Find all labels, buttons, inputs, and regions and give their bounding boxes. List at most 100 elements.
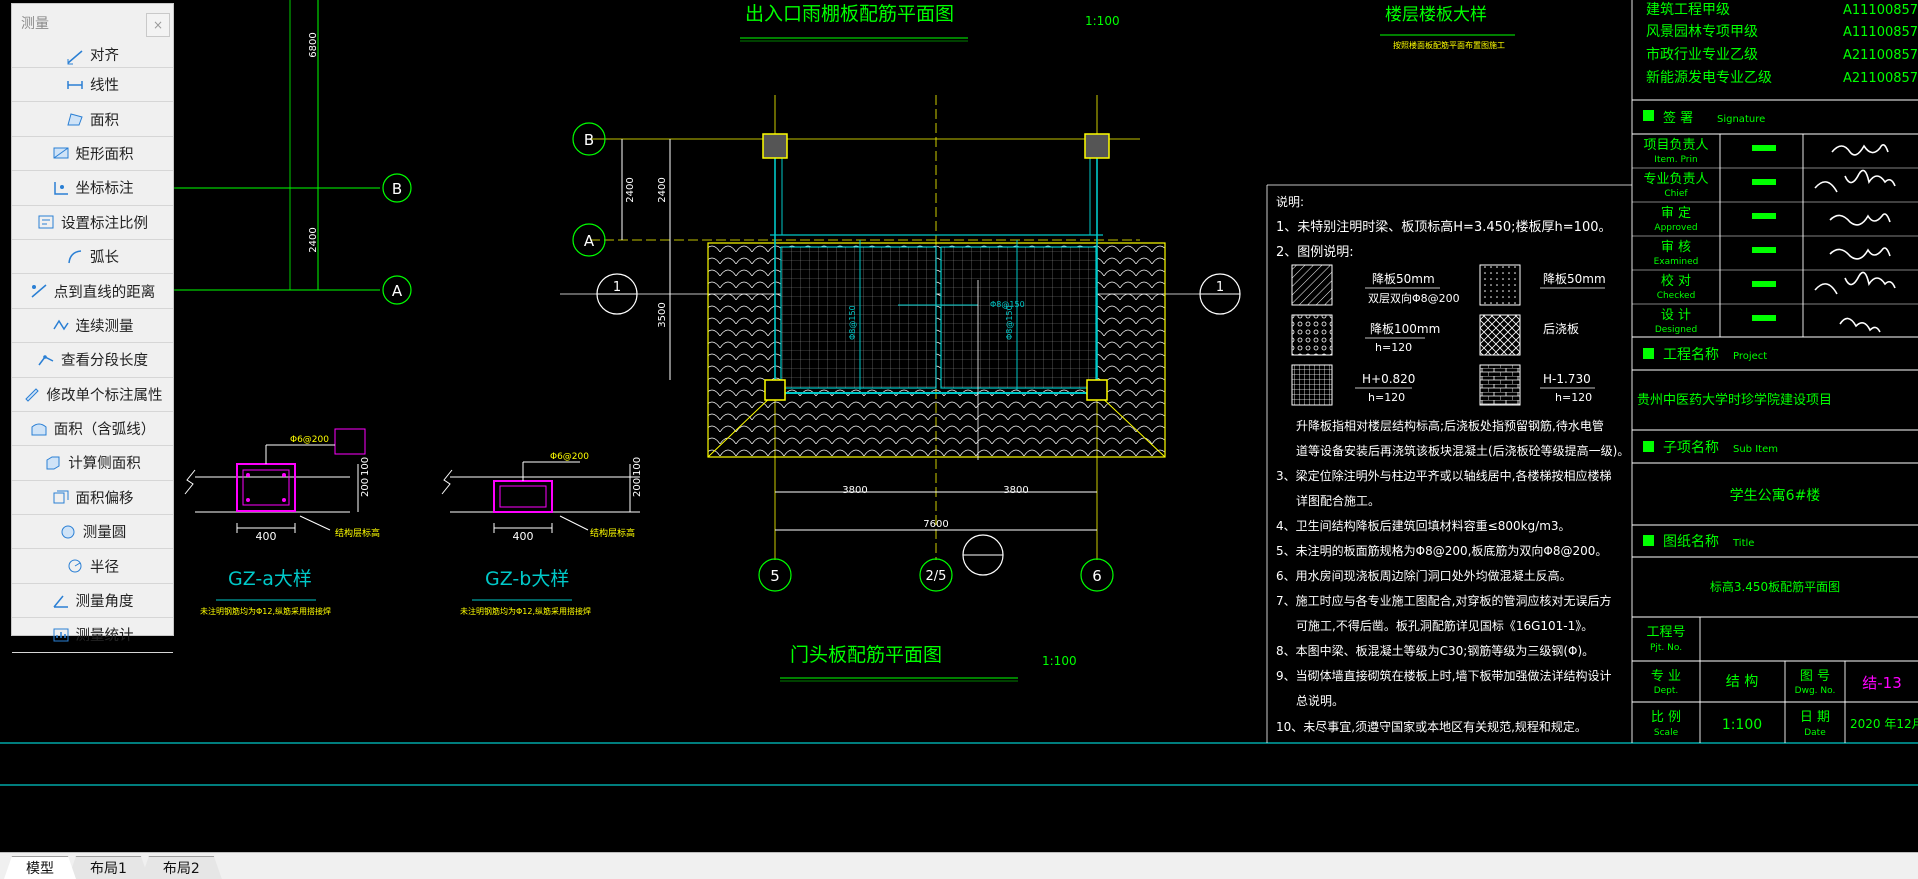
dwg-no-value: 结-13 <box>1862 674 1902 692</box>
note-line-8: 5、未注明的板面筋规格为Φ8@200,板底筋为双向Φ8@200。 <box>1276 543 1607 558</box>
qual-4-label: 新能源发电专业乙级 <box>1646 70 1772 86</box>
plan-title-top: 出入口雨棚板配筋平面图 <box>745 3 954 25</box>
date-en: Date <box>1804 728 1826 738</box>
sig-1-cn: 项目负责人 <box>1643 138 1708 153</box>
coordinate-icon <box>52 180 70 196</box>
measure-panel[interactable]: 测量 × 对齐 线性 面积 矩形面积 坐标标注 设置标注比例 弧长 点到直线的距… <box>11 3 174 653</box>
radius-icon <box>66 558 84 574</box>
tool-statistics[interactable]: 测量统计 <box>12 618 173 653</box>
tool-angle[interactable]: 测量角度 <box>12 584 173 619</box>
tool-arc-area[interactable]: 面积（含弧线） <box>12 412 173 447</box>
left-axis-b: B <box>392 180 402 198</box>
linear-dimension-icon <box>66 77 84 93</box>
legend-3-label: 降板100mm <box>1370 322 1440 336</box>
drawing-canvas[interactable]: 6800 2400 B A Φ6@200 400 200 100 结构层标高 G… <box>0 0 1918 878</box>
tab-model[interactable]: 模型 <box>4 856 76 879</box>
point-line-distance-icon <box>30 283 48 299</box>
left-dim-2400: 2400 <box>308 227 319 252</box>
note-line-15: 10、未尽事宜,须遵守国家或本地区有关规范,规程和规定。 <box>1276 719 1587 734</box>
subitem-header: 子项名称 <box>1663 440 1719 456</box>
gz-b-tag: Φ6@200 <box>550 452 589 462</box>
qual-3-code: A211008570 <box>1843 48 1918 63</box>
dwg-no-cn: 图 号 <box>1800 669 1830 684</box>
note-line-11: 可施工,不得后凿。板孔洞配筋详见国标《16G101-1》。 <box>1296 618 1593 633</box>
subitem-name: 学生公寓6#楼 <box>1730 487 1821 504</box>
area-offset-icon <box>52 489 70 505</box>
sig-1-en: Item. Prin <box>1654 155 1697 165</box>
qual-2-code: A111008573 <box>1843 25 1918 40</box>
plan-dim-v1: 2400 <box>625 177 636 202</box>
subitem-header-en: Sub Item <box>1733 444 1778 455</box>
tool-continuous[interactable]: 连续测量 <box>12 309 173 344</box>
tool-segment-length[interactable]: 查看分段长度 <box>12 343 173 378</box>
gz-a-tag: Φ6@200 <box>290 435 329 445</box>
qual-1-code: A111008573 <box>1843 3 1918 18</box>
close-button[interactable]: × <box>146 13 170 37</box>
tool-point-line-distance[interactable]: 点到直线的距离 <box>12 274 173 309</box>
note-line-3: 升降板指相对楼层结构标高;后浇板处指预留钢筋,待水电管 <box>1296 418 1604 433</box>
edit-dimension-icon <box>23 386 41 402</box>
gz-a-title: GZ-a大样 <box>228 568 312 590</box>
sig-3-cn: 审 定 <box>1661 206 1691 221</box>
tool-radius[interactable]: 半径 <box>12 549 173 584</box>
tool-edit-dimension[interactable]: 修改单个标注属性 <box>12 378 173 412</box>
legend-2-label: 降板50mm <box>1543 272 1606 286</box>
left-axis-area: 6800 2400 B A <box>170 0 412 305</box>
legend-6-sub: h=120 <box>1555 391 1592 404</box>
sig-6-en: Designed <box>1655 325 1697 335</box>
pjt-no-en: Pjt. No. <box>1650 643 1682 653</box>
note-line-14: 总说明。 <box>1296 693 1344 708</box>
tool-linear[interactable]: 线性 <box>12 68 173 103</box>
tab-layout1[interactable]: 布局1 <box>68 856 149 879</box>
dwg-no-en: Dwg. No. <box>1795 686 1836 696</box>
title-block: 建筑工程甲级 A111008573 风景园林专项甲级 A111008573 市政… <box>1631 0 1918 743</box>
measure-panel-title-bar[interactable]: 测量 × <box>12 4 173 41</box>
tool-area[interactable]: 面积 <box>12 102 173 137</box>
legend-3-sub: h=120 <box>1375 341 1412 354</box>
arc-area-icon <box>30 421 48 437</box>
plan-dim-h1: 3800 <box>842 485 867 496</box>
tool-rect-area[interactable]: 矩形面积 <box>12 137 173 172</box>
note-line-9: 6、用水房间现浇板周边除门洞口处外均做混凝土反高。 <box>1276 568 1572 583</box>
plan-rebar-1: Φ8@150 <box>848 305 857 340</box>
signature-header-en: Signature <box>1717 114 1765 125</box>
sig-2-cn: 专业负责人 <box>1643 172 1708 187</box>
scale-icon <box>37 214 55 230</box>
tool-set-scale[interactable]: 设置标注比例 <box>12 206 173 240</box>
plan-axis-6: 6 <box>1092 567 1102 585</box>
plan-dim-h3: 7600 <box>923 519 948 530</box>
side-area-icon <box>44 455 62 471</box>
plan-dim-v2: 2400 <box>657 177 668 202</box>
measure-tool-list: 对齐 线性 面积 矩形面积 坐标标注 设置标注比例 弧长 点到直线的距离 连续测… <box>12 41 173 653</box>
scale-value: 1:100 <box>1722 717 1762 733</box>
tab-layout2[interactable]: 布局2 <box>141 856 222 879</box>
signature-stamps <box>1752 145 1776 321</box>
measure-panel-title: 测量 <box>21 15 49 32</box>
plan-scale-bottom: 1:100 <box>1042 654 1077 668</box>
note-line-5: 3、梁定位除注明外与柱边平齐或以轴线居中,各楼梯按相应楼梯 <box>1276 468 1611 483</box>
floor-detail-title: 楼层楼板大样 <box>1385 5 1487 25</box>
project-name: 贵州中医药大学时珍学院建设项目 <box>1637 392 1832 408</box>
align-icon <box>66 49 84 65</box>
gz-a-dim-400: 400 <box>256 530 277 543</box>
tool-side-area[interactable]: 计算侧面积 <box>12 446 173 481</box>
note-line-10: 7、施工时应与各专业施工图配合,对穿板的管洞应核对无误后方 <box>1276 593 1611 608</box>
legend-1-sub: 双层双向Φ8@200 <box>1368 291 1460 305</box>
tool-align[interactable]: 对齐 <box>12 41 173 68</box>
drawing-header-en: Title <box>1732 538 1754 549</box>
gz-b-label: 结构层标高 <box>590 527 635 539</box>
plan-dim-v3: 3500 <box>657 302 668 327</box>
sig-3-en: Approved <box>1654 223 1697 233</box>
continuous-measure-icon <box>52 317 70 333</box>
legend-5-sub: h=120 <box>1368 391 1405 404</box>
qual-2-label: 风景园林专项甲级 <box>1646 24 1758 40</box>
project-header: 工程名称 <box>1663 347 1719 363</box>
gz-a-detail: Φ6@200 400 200 100 结构层标高 GZ-a大样 未注明钢筋均为Φ… <box>184 428 380 616</box>
tool-measure-circle[interactable]: 测量圆 <box>12 515 173 550</box>
sig-6-cn: 设 计 <box>1661 308 1691 323</box>
note-line-2: 2、图例说明: <box>1276 245 1354 260</box>
tool-arc-length[interactable]: 弧长 <box>12 240 173 275</box>
tool-coordinate[interactable]: 坐标标注 <box>12 171 173 206</box>
tool-area-offset[interactable]: 面积偏移 <box>12 481 173 516</box>
note-line-13: 9、当砌体墙直接砌筑在楼板上时,墙下板带加强做法详结构设计 <box>1276 668 1611 683</box>
